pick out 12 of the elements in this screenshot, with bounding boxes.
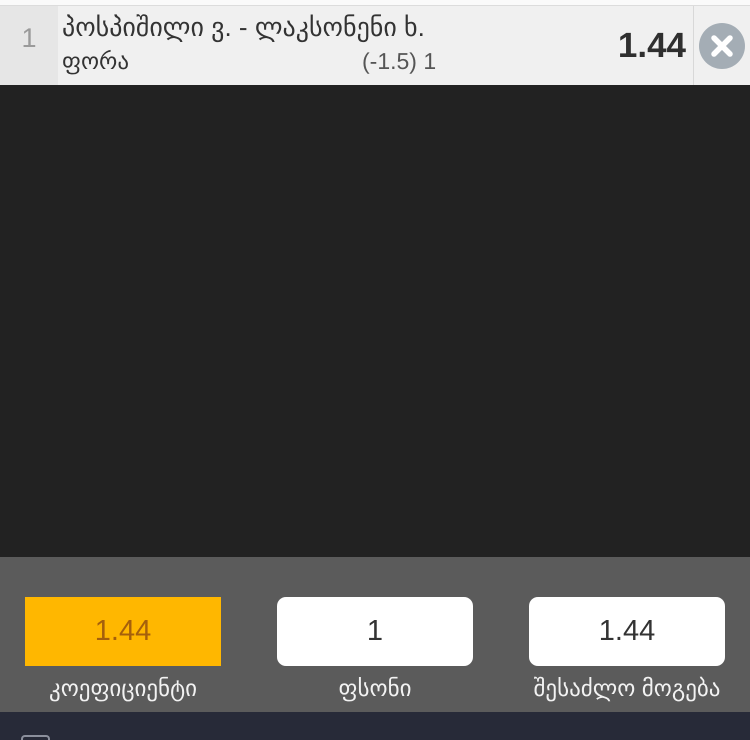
field-label: ფსონი — [338, 674, 412, 703]
bet-number: 1 — [0, 6, 58, 85]
match-title: პოსპიშილი ვ. - ლაკსონენი ხ. — [62, 11, 426, 43]
bet-odds: 1.44 — [618, 26, 687, 66]
stake-field[interactable]: 1 — [277, 597, 473, 666]
selection-text: (-1.5) 1 — [362, 47, 436, 76]
field-label: შესაძლო მოგება — [534, 674, 720, 703]
checkbox[interactable] — [21, 735, 50, 740]
field-label: კოეფიციენტი — [48, 674, 198, 703]
odds-box: 1.44 — [25, 597, 221, 666]
payout-field: 1.44 — [529, 597, 725, 666]
market-name: ფორა — [62, 47, 130, 76]
